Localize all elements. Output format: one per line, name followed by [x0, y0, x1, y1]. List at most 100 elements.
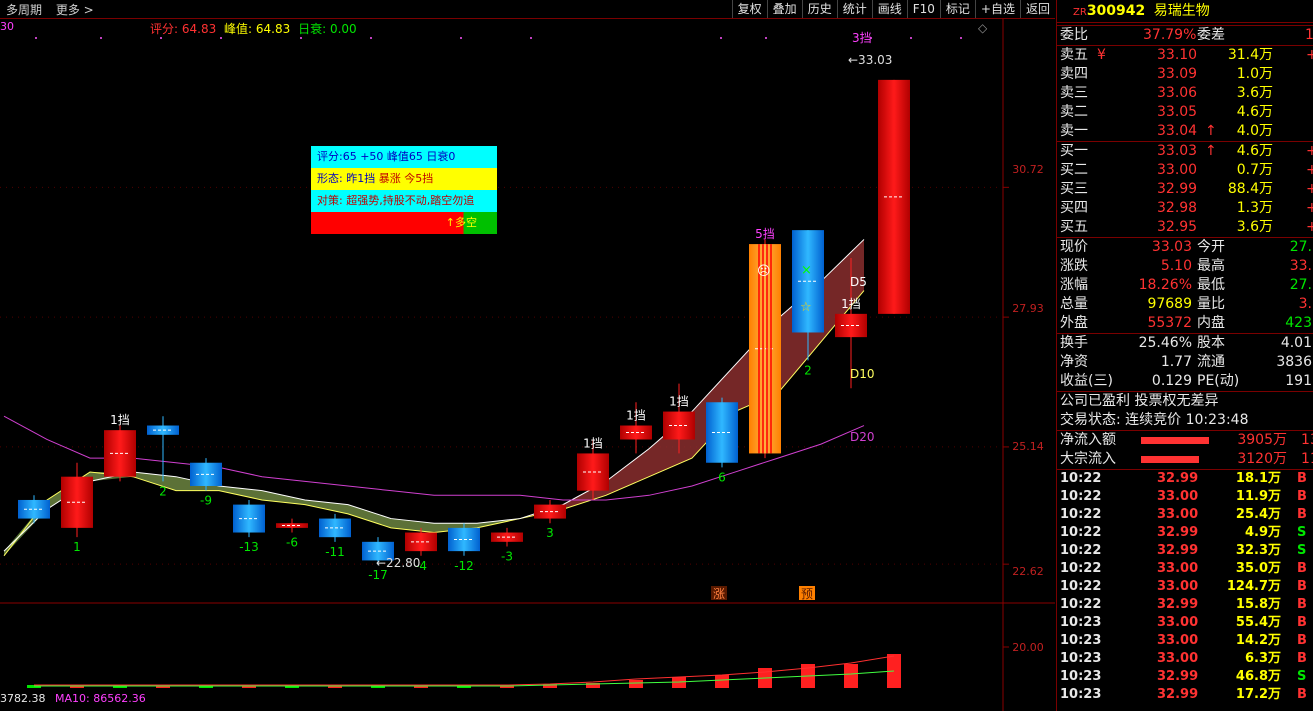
up-arrow-icon: ↑ — [1205, 123, 1217, 139]
weicha-label: 委差 — [1197, 27, 1225, 43]
toolbar-button[interactable]: 统计 — [836, 0, 872, 18]
candle-tag: 3 — [546, 526, 554, 540]
quote-label: 涨幅 — [1060, 277, 1088, 293]
toolbar-button[interactable]: 画线 — [871, 0, 907, 18]
tip-pattern-b: 暴涨 今5挡 — [378, 172, 434, 185]
kline-chart[interactable]: ◇11挡2-9-13 -6-11-17-4 -12-331挡1挡1挡65挡21挡←3… — [0, 18, 1055, 711]
toolbar-button[interactable]: 标记 — [939, 0, 975, 18]
weicha-value: 1 — [1305, 27, 1313, 43]
trade-side: S — [1297, 525, 1307, 540]
d10-label: D10 — [850, 367, 875, 381]
bid-label: 买一 — [1060, 143, 1088, 159]
marker-dot — [300, 37, 302, 39]
low-price-label: ←22.80 — [376, 556, 420, 570]
volume-bar — [844, 664, 858, 688]
quote-value: 423 — [1285, 315, 1312, 331]
bid-extra: + — [1306, 200, 1313, 216]
ask-price: 33.10 — [1157, 47, 1198, 63]
trade-time: 10:23 — [1060, 615, 1102, 630]
flow-extra: 13 — [1301, 432, 1313, 448]
quote-row: 现价 33.03 今开 27. — [1057, 238, 1313, 257]
quote-value: 3. — [1298, 296, 1312, 312]
ask-volume: 4.6万 — [1236, 104, 1273, 120]
ask-label: 卖四 — [1060, 66, 1088, 82]
toolbar-button[interactable]: 历史 — [801, 0, 837, 18]
trade-volume: 32.3万 — [1235, 543, 1281, 558]
rise-tag: 涨 — [713, 586, 725, 601]
quote-value: 97689 — [1147, 296, 1192, 312]
ma-left-value: 3782.38 — [0, 692, 46, 705]
signal-tooltip: 评分:65 +50 峰值65 日衰0 形态: 昨1挡 暴涨 今5挡 对策: 超强… — [311, 146, 497, 234]
trade-price: 32.99 — [1157, 597, 1199, 612]
marker-dot — [370, 37, 372, 39]
flow-row: 净流入额 3905万 13 — [1057, 431, 1313, 450]
toolbar-button[interactable]: 复权 — [731, 0, 767, 18]
ask-volume: 31.4万 — [1227, 47, 1273, 63]
toolbar-button[interactable]: +自选 — [974, 0, 1020, 18]
score-info-line: 评分: 64.83 峰值: 64.83 日衰: 0.00 — [150, 20, 357, 37]
trade-side: S — [1297, 669, 1307, 684]
bid-extra: + — [1306, 162, 1313, 178]
toolbar-button[interactable]: 叠加 — [766, 0, 802, 18]
trade-side: B — [1297, 561, 1307, 576]
trade-volume: 6.3万 — [1244, 651, 1281, 666]
trade-row: 10:22 32.99 4.9万 S — [1057, 524, 1313, 542]
marker-dot — [460, 37, 462, 39]
marker-dot — [220, 37, 222, 39]
trade-price: 33.00 — [1157, 579, 1199, 594]
star-icon: ☆ — [800, 300, 812, 315]
trade-price: 33.00 — [1157, 633, 1199, 648]
bid-price: 33.00 — [1157, 162, 1198, 178]
quote-label: 内盘 — [1197, 315, 1225, 331]
candle-tag: 1挡 — [626, 409, 646, 423]
trade-time: 10:22 — [1060, 543, 1102, 558]
quote-label: 外盘 — [1060, 315, 1088, 331]
flow-bar — [1141, 456, 1199, 463]
ask-volume: 4.0万 — [1236, 123, 1273, 139]
quote-block: 现价 33.03 今开 27. 涨跌 5.10 最高 33. 涨幅 18.26% 最低 27. 总量 97… — [1057, 237, 1313, 333]
cross-icon: × — [801, 263, 812, 278]
bid-extra: + — [1306, 219, 1313, 235]
fund-value: 4.01 — [1280, 335, 1312, 351]
stock-code: 300942 — [1086, 3, 1146, 19]
trade-price: 33.00 — [1157, 561, 1199, 576]
quote-value: 33.03 — [1151, 239, 1192, 255]
fund-value: 25.46% — [1138, 335, 1192, 351]
company-block: 公司已盈利 投票权无差异 交易状态: 连续竞价 10:23:48 — [1057, 391, 1313, 430]
trade-price: 32.99 — [1157, 471, 1199, 486]
bid-book: 买一 33.03 ↑ 4.6万 + 买二 33.00 0.7万 + 买三 32.99 88.4万 + 买四… — [1057, 141, 1313, 237]
ask-label: 卖三 — [1060, 85, 1088, 101]
trade-row: 10:22 32.99 18.1万 B — [1057, 470, 1313, 488]
marker-dot — [35, 37, 37, 39]
marker-dot — [910, 37, 912, 39]
toolbar-button[interactable]: 返回 — [1019, 0, 1055, 18]
quote-row: 总量 97689 量比 3. — [1057, 295, 1313, 314]
candle-tag: 1挡 — [583, 436, 603, 450]
flow-label: 大宗流入 — [1060, 451, 1116, 467]
trade-price: 33.00 — [1157, 507, 1199, 522]
trade-time: 10:22 — [1060, 597, 1102, 612]
bid-row: 买三 32.99 88.4万 + — [1057, 180, 1313, 199]
ask-price: 33.06 — [1157, 85, 1198, 101]
trade-side: S — [1297, 543, 1307, 558]
decay-text: 日衰: 0.00 — [298, 22, 357, 36]
fund-row: 换手 25.46% 股本 4.01 — [1057, 334, 1313, 353]
trade-side: B — [1297, 687, 1307, 702]
toolbar-button[interactable]: F10 — [906, 0, 940, 18]
ma10-value: MA10: 86562.36 — [55, 692, 146, 705]
ask-label: 卖一 — [1060, 123, 1088, 139]
bid-extra: + — [1306, 143, 1313, 159]
stock-prefix: ZR — [1073, 7, 1087, 18]
trade-row: 10:22 33.00 25.4万 B — [1057, 506, 1313, 524]
flow-row: 大宗流入 3120万 11 — [1057, 450, 1313, 469]
more-menu[interactable]: 更多 > — [56, 3, 94, 17]
period-menu[interactable]: 多周期 — [6, 3, 42, 17]
trade-time: 10:22 — [1060, 525, 1102, 540]
ask-volume: 3.6万 — [1236, 85, 1273, 101]
trade-row: 10:22 33.00 35.0万 B — [1057, 560, 1313, 578]
quote-value: 27. — [1289, 277, 1312, 293]
quote-value: 5.10 — [1160, 258, 1192, 274]
top-mark-label: 3挡 — [852, 31, 872, 45]
ma-footer: 3782.38 MA10: 86562.36 — [0, 692, 146, 705]
trade-volume: 14.2万 — [1235, 633, 1281, 648]
